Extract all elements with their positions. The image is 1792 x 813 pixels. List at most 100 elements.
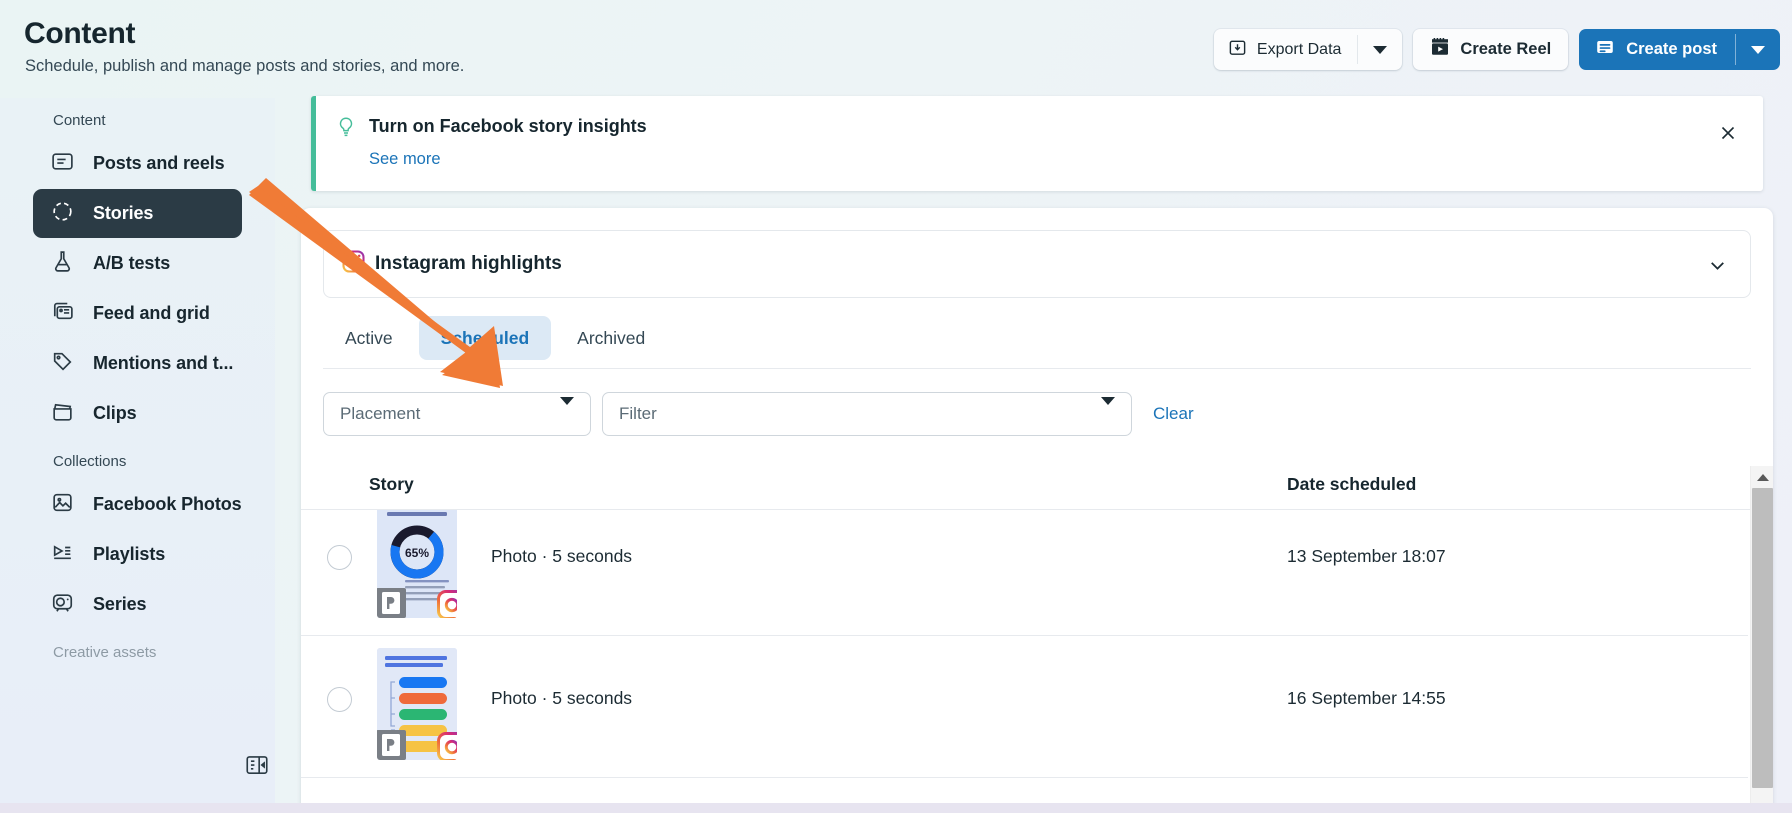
story-insights-banner: Turn on Facebook story insights See more [311,96,1763,191]
sidebar-item-ab-tests[interactable]: A/B tests [33,239,242,288]
sidebar-item-label: Clips [93,403,137,423]
header-actions: Export Data Create Reel Create post [1213,29,1780,70]
instagram-highlights-header[interactable]: Instagram highlights [323,230,1751,298]
create-post-dropdown-toggle[interactable] [1736,29,1780,70]
sidebar-item-series[interactable]: Series [33,580,242,629]
filter-select[interactable]: Filter [602,392,1132,436]
instagram-platform-badge [437,590,457,618]
tabs-divider [323,368,1751,369]
lightbulb-icon [335,115,357,144]
filter-select-value: Filter [619,404,657,423]
story-description: Photo · 5 seconds [491,688,633,708]
instagram-highlights-label: Instagram highlights [375,253,562,274]
tab-active[interactable]: Active [323,316,415,360]
story-status-tabs: Active Scheduled Archived [323,316,667,360]
row-select-radio[interactable] [327,545,352,570]
page-header: Content Schedule, publish and manage pos… [0,0,1792,98]
export-icon [1228,38,1247,62]
sidebar-item-label: Mentions and t... [93,353,234,373]
table-row[interactable]: Photo · 5 seconds 16 September 14:55 [301,636,1748,778]
story-date-scheduled: 13 September 18:07 [1287,546,1446,566]
svg-text:65%: 65% [405,546,429,560]
export-data-button-group[interactable]: Export Data [1213,29,1403,70]
reel-icon [1430,37,1450,62]
page-title: Content [24,17,136,50]
create-post-label: Create post [1626,40,1717,58]
sidebar-section-content: Content [53,112,106,129]
filter-bar: Placement Filter Clear [323,392,1194,436]
triangle-up-icon [1756,473,1769,481]
chevron-down-icon [560,397,574,423]
sidebar-collapse-button[interactable] [240,748,274,782]
chevron-down-icon [1101,397,1115,423]
sidebar-item-stories[interactable]: Stories [33,189,242,238]
powerpoint-badge-icon [377,586,407,618]
story-date-scheduled: 16 September 14:55 [1287,688,1446,708]
placement-select-value: Placement [340,404,421,423]
export-data-label: Export Data [1256,40,1342,58]
chevron-down-icon [1751,45,1765,54]
stories-card: Instagram highlights Active Scheduled Ar… [301,208,1773,813]
create-reel-button[interactable]: Create Reel [1413,29,1569,70]
tab-label: Scheduled [440,327,530,348]
sidebar-item-label: A/B tests [93,253,171,273]
sidebar-item-label: Facebook Photos [93,494,242,514]
instagram-icon [341,249,366,279]
scrollbar-thumb[interactable] [1752,488,1773,788]
placement-select[interactable]: Placement [323,392,591,436]
banner-close-button[interactable] [1713,118,1743,148]
clips-icon [50,399,75,429]
clear-filters-link[interactable]: Clear [1153,404,1194,424]
create-post-button[interactable]: Create post [1579,29,1735,70]
tag-icon [50,349,75,379]
column-header-date-scheduled: Date scheduled [1287,474,1417,494]
banner-see-more-link[interactable]: See more [369,150,441,169]
tab-scheduled[interactable]: Scheduled [418,316,552,360]
tab-archived[interactable]: Archived [555,316,667,360]
stories-icon [50,199,75,229]
create-post-button-group[interactable]: Create post [1579,29,1780,70]
sidebar-item-label: Series [93,594,147,614]
sidebar-item-facebook-photos[interactable]: Facebook Photos [33,480,242,529]
series-icon [50,590,75,620]
feed-grid-icon [50,299,75,329]
table-row[interactable]: 65% Photo · 5 seconds 13 September 18:07 [301,510,1748,636]
story-thumbnail[interactable]: 65% [377,510,457,618]
powerpoint-badge-icon [377,728,407,760]
export-data-dropdown-toggle[interactable] [1358,29,1402,70]
story-thumbnail[interactable] [377,648,457,760]
bottom-bar [0,803,1792,813]
column-header-story: Story [369,474,414,494]
sidebar: Content Posts and reels Stories A/B test… [0,98,275,813]
table-scrollbar[interactable] [1750,466,1773,813]
sidebar-item-label: Feed and grid [93,303,210,323]
main-content: Turn on Facebook story insights See more [275,96,1792,813]
chevron-down-icon [1373,45,1388,54]
sidebar-item-label: Posts and reels [93,153,225,173]
scroll-up-button[interactable] [1751,466,1773,488]
banner-title: Turn on Facebook story insights [369,116,647,136]
sidebar-section-creative-assets: Creative assets [53,644,157,661]
playlist-icon [50,540,75,570]
story-description: Photo · 5 seconds [491,546,633,566]
sidebar-item-label: Stories [93,203,154,223]
instagram-platform-badge [437,732,457,760]
sidebar-item-posts-and-reels[interactable]: Posts and reels [33,139,242,188]
row-select-radio[interactable] [327,687,352,712]
tab-label: Active [345,327,393,348]
table-header: Story Date scheduled [301,466,1773,510]
app-root: Content Schedule, publish and manage pos… [0,0,1792,813]
create-reel-label: Create Reel [1460,40,1552,58]
export-data-button[interactable]: Export Data [1214,29,1357,70]
sidebar-item-label: Playlists [93,544,166,564]
sidebar-item-mentions-and-tags[interactable]: Mentions and t... [33,339,242,388]
posts-icon [50,149,75,179]
flask-icon [50,249,75,279]
post-icon [1595,37,1615,62]
sidebar-item-playlists[interactable]: Playlists [33,530,242,579]
sidebar-item-feed-and-grid[interactable]: Feed and grid [33,289,242,338]
chevron-down-icon[interactable] [1707,255,1728,281]
sidebar-section-collections: Collections [53,453,127,470]
sidebar-item-clips[interactable]: Clips [33,389,242,438]
page-subtitle: Schedule, publish and manage posts and s… [25,57,465,75]
